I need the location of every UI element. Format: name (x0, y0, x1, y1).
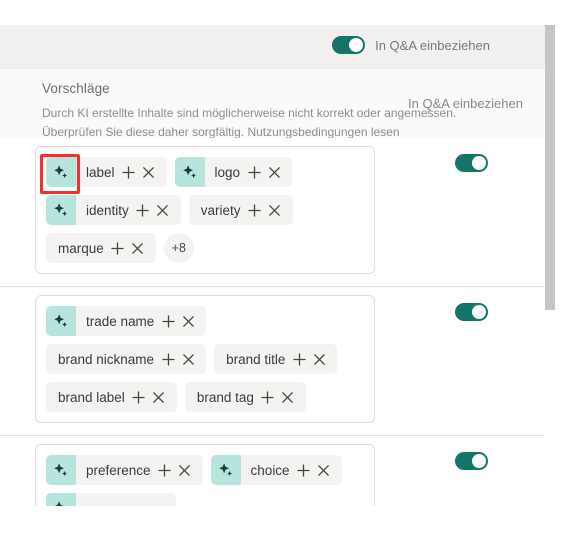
ai-sparkle-icon (46, 157, 76, 187)
close-icon[interactable] (128, 233, 148, 263)
chip-label: trade name (86, 313, 155, 329)
top-white-strip (0, 0, 563, 25)
close-icon[interactable] (149, 382, 169, 412)
close-icon[interactable] (175, 455, 195, 485)
header-toggle-row: In Q&A einbeziehen (332, 36, 490, 54)
suggestions-title: Vorschläge (42, 81, 110, 96)
ai-sparkle-icon (174, 157, 205, 187)
group-toggle-switch[interactable] (455, 303, 488, 321)
ai-sparkle-icon (46, 195, 76, 225)
suggestion-chip[interactable]: preference (46, 455, 203, 485)
vertical-scrollbar-thumb[interactable] (545, 25, 555, 310)
ai-sparkle-icon (210, 455, 241, 485)
group-include-in-qa-toggle[interactable] (455, 452, 488, 470)
chip-label: logo (214, 164, 241, 180)
suggestion-group: label logo identity variety marque +8 (0, 138, 545, 287)
suggestion-chip[interactable]: brand label (46, 382, 177, 412)
viewport-bottom-clip (0, 506, 545, 559)
header-toggle-label: In Q&A einbeziehen (375, 37, 490, 53)
chip-label: brand nickname (58, 351, 155, 367)
suggestions-description-line1: Durch KI erstellte Inhalte sind mögliche… (42, 106, 457, 120)
chip-label: preference (86, 462, 151, 478)
header-include-in-qa-toggle[interactable] (332, 36, 366, 54)
plus-icon[interactable] (158, 344, 178, 374)
plus-icon[interactable] (289, 344, 309, 374)
chip-label: choice (250, 462, 290, 478)
suggestion-chip[interactable]: trade name (46, 306, 207, 336)
group-toggle-switch[interactable] (455, 452, 488, 470)
suggestion-chip[interactable]: brand title (214, 344, 338, 374)
toggle-knob (472, 454, 486, 468)
plus-icon[interactable] (294, 455, 314, 485)
chip-label: label (86, 164, 115, 180)
suggestion-group: trade name brand nickname brand title brand… (0, 287, 545, 436)
overlapping-include-in-qa-label: In Q&A einbeziehen (408, 96, 523, 111)
close-icon[interactable] (139, 157, 159, 187)
close-icon[interactable] (309, 344, 329, 374)
plus-icon[interactable] (129, 382, 149, 412)
plus-icon[interactable] (244, 157, 264, 187)
suggestion-chip[interactable]: marque (46, 233, 156, 263)
chip-label: brand label (58, 389, 125, 405)
plus-icon[interactable] (108, 233, 128, 263)
close-icon[interactable] (278, 382, 298, 412)
suggestion-chip[interactable]: choice (210, 455, 342, 485)
close-icon[interactable] (264, 157, 284, 187)
plus-icon[interactable] (158, 306, 178, 336)
group-include-in-qa-toggle[interactable] (455, 154, 488, 172)
group-toggle-switch[interactable] (455, 154, 488, 172)
suggestions-description-line2: Überprüfen Sie diese daher sorgfältig. N… (42, 124, 400, 139)
suggestion-chip[interactable]: brand tag (184, 382, 306, 412)
suggestion-group-card: trade name brand nickname brand title brand… (35, 295, 375, 423)
close-icon[interactable] (153, 195, 173, 225)
close-icon[interactable] (314, 455, 334, 485)
chip-label: variety (200, 202, 241, 218)
chip-label: identity (86, 202, 129, 218)
plus-icon[interactable] (155, 455, 175, 485)
close-icon[interactable] (178, 306, 198, 336)
plus-icon[interactable] (245, 195, 265, 225)
close-icon[interactable] (265, 195, 285, 225)
more-suggestions-badge[interactable]: +8 (163, 233, 194, 263)
group-include-in-qa-toggle[interactable] (455, 303, 488, 321)
ai-sparkle-icon (46, 455, 76, 485)
toggle-knob (472, 156, 486, 170)
close-icon[interactable] (178, 344, 198, 374)
suggestion-chip[interactable]: brand nickname (46, 344, 207, 374)
plus-icon[interactable] (258, 382, 278, 412)
suggestion-chip[interactable]: identity (46, 195, 181, 225)
suggestions-description: Durch KI erstellte Inhalte sind mögliche… (42, 104, 462, 141)
suggestion-group-card: label logo identity variety marque +8 (35, 146, 375, 274)
suggestion-groups-list: label logo identity variety marque +8 trade na… (0, 138, 545, 546)
plus-icon[interactable] (133, 195, 153, 225)
header-band: In Q&A einbeziehen (0, 25, 545, 69)
ai-sparkle-icon (46, 306, 76, 336)
plus-icon[interactable] (119, 157, 139, 187)
suggestion-chip[interactable]: variety (188, 195, 293, 225)
suggestion-chip[interactable]: label (46, 157, 167, 187)
suggestion-chip[interactable]: logo (174, 157, 293, 187)
toggle-knob (472, 305, 486, 319)
chip-label: brand title (226, 351, 286, 367)
chip-label: marque (58, 240, 104, 256)
chip-label: brand tag (196, 389, 254, 405)
toggle-knob (349, 38, 364, 52)
